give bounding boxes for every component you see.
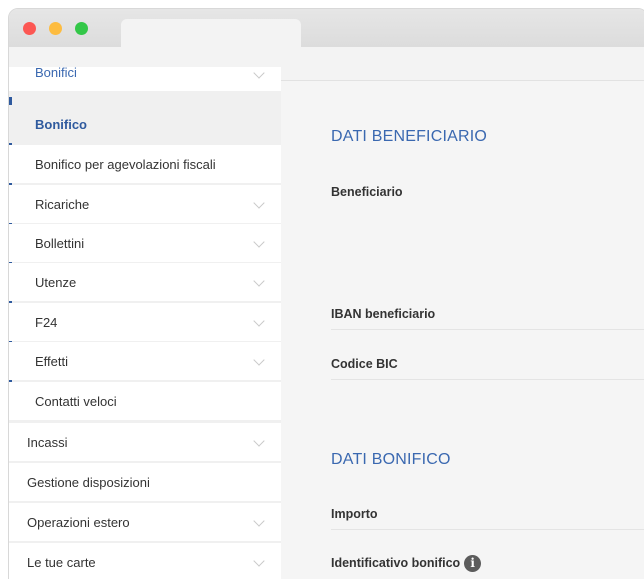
- sidebar-item-label: Contatti veloci: [35, 393, 117, 409]
- chevron-down-icon: [253, 435, 265, 447]
- sidebar-subitem-bollettini[interactable]: Bollettini: [9, 224, 281, 262]
- browser-tab[interactable]: [121, 19, 301, 49]
- close-window-button[interactable]: [23, 22, 36, 35]
- sidebar-subitem-bonifico[interactable]: Bonifico: [9, 105, 281, 143]
- field-identificativo-bonifico[interactable]: Identificativo bonifico i: [331, 555, 644, 572]
- sidebar-item-label: Bonifici: [35, 65, 77, 80]
- section-title-beneficiario: DATI BENEFICIARIO: [331, 128, 488, 145]
- section-title-bonifico: DATI BONIFICO: [331, 451, 451, 468]
- field-codice-bic[interactable]: Codice BIC: [331, 357, 644, 371]
- sidebar-item-le-tue-carte[interactable]: Le tue carte: [9, 543, 281, 579]
- sidebar-item-label: Effetti: [35, 353, 69, 369]
- payment-form: DATI BENEFICIARIO Beneficiario IBAN bene…: [281, 81, 644, 579]
- chevron-down-icon: [253, 275, 265, 287]
- info-icon[interactable]: i: [464, 555, 482, 572]
- sidebar-item-label: Ricariche: [35, 196, 90, 212]
- chevron-down-icon: [253, 515, 265, 527]
- chevron-down-icon: [253, 354, 265, 366]
- chevron-down-icon: [253, 197, 265, 209]
- chevron-down-icon: [253, 315, 265, 327]
- sidebar-item-label: Gestione disposizioni: [27, 474, 150, 490]
- field-importo[interactable]: Importo: [331, 507, 644, 521]
- sidebar-item-label: Utenze: [35, 274, 77, 290]
- sidebar-item-label: Bollettini: [35, 235, 85, 251]
- sidebar-subitem-effetti[interactable]: Effetti: [9, 342, 281, 380]
- maximize-window-button[interactable]: [75, 22, 88, 35]
- field-divider: [331, 529, 644, 530]
- sidebar-item-label: Operazioni estero: [27, 514, 130, 530]
- sidebar-item-incassi[interactable]: Incassi: [9, 423, 281, 461]
- sidebar-item-gestione-disposizioni[interactable]: Gestione disposizioni: [9, 463, 281, 501]
- sidebar-item-label: Bonifico per agevolazioni fiscali: [35, 156, 216, 172]
- chevron-down-icon: [253, 555, 265, 567]
- sidebar-item-label: F24: [35, 314, 58, 330]
- sidebar-menu: Bonifici Bonifico Bonifico per agevolazi…: [9, 65, 281, 579]
- sidebar-subitem-bonifico-agevolazioni[interactable]: Bonifico per agevolazioni fiscali: [9, 145, 281, 183]
- sidebar-item-operazioni-estero[interactable]: Operazioni estero: [9, 503, 281, 541]
- chevron-down-icon: [253, 236, 265, 248]
- browser-window: Bonifici Bonifico Bonifico per agevolazi…: [8, 8, 644, 579]
- title-bar: [9, 9, 644, 49]
- sidebar-subitem-contatti-veloci[interactable]: Contatti veloci: [9, 382, 281, 420]
- sidebar-subitem-utenze[interactable]: Utenze: [9, 263, 281, 301]
- field-divider: [331, 379, 644, 380]
- sidebar-item-bonifici[interactable]: Bonifici: [9, 65, 281, 91]
- field-beneficiario[interactable]: Beneficiario: [331, 185, 644, 199]
- field-label: Identificativo bonifico: [331, 555, 461, 570]
- chevron-down-icon: [253, 67, 265, 79]
- minimize-window-button[interactable]: [49, 22, 62, 35]
- sidebar-item-label: Bonifico: [35, 116, 87, 132]
- sidebar-subitem-ricariche[interactable]: Ricariche: [9, 185, 281, 223]
- field-divider: [331, 329, 644, 330]
- sidebar-item-label: Le tue carte: [27, 554, 96, 570]
- field-iban-beneficiario[interactable]: IBAN beneficiario: [331, 307, 644, 321]
- sidebar-item-label: Incassi: [27, 434, 68, 450]
- sidebar-subitem-f24[interactable]: F24: [9, 303, 281, 341]
